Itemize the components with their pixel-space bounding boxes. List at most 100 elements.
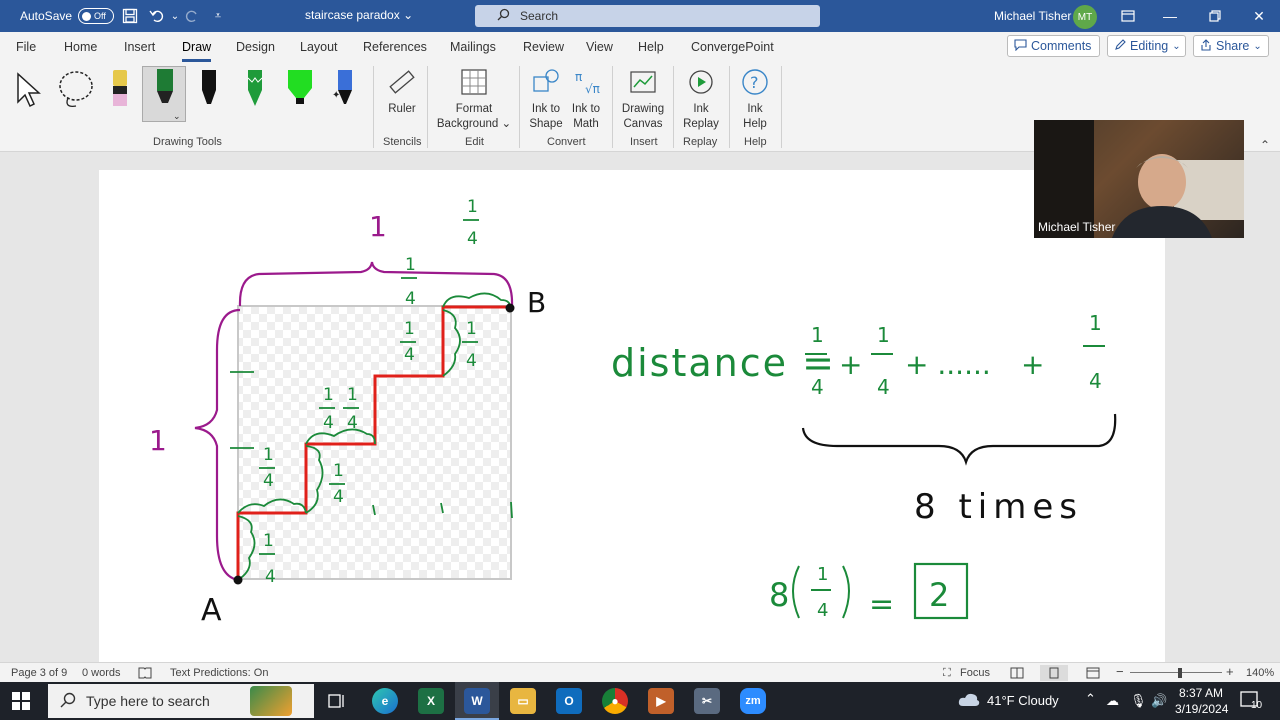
svg-text:⌄: ⌄ — [173, 111, 181, 121]
drawing-canvas-button[interactable]: Drawing Canvas — [620, 66, 666, 132]
zoom-slider-thumb[interactable] — [1178, 668, 1182, 678]
ink-replay-button[interactable]: Ink Replay — [680, 66, 722, 132]
share-icon — [1200, 38, 1212, 54]
weather-text[interactable]: 41°F Cloudy — [987, 693, 1059, 708]
group-label-drawing-tools: Drawing Tools — [153, 136, 222, 148]
equation-lhs: distance = — [611, 341, 836, 385]
read-mode-icon[interactable] — [1010, 667, 1024, 682]
zoom-slider[interactable] — [1130, 672, 1222, 673]
result-expression: 8 1 4 = 2 — [769, 562, 969, 622]
tab-convergepoint[interactable]: ConvergePoint — [691, 40, 774, 54]
clock-time[interactable]: 8:37 AM — [1179, 686, 1223, 700]
collapse-ribbon-icon[interactable]: ⌃ — [1260, 138, 1270, 152]
format-background-button[interactable]: Format Background ⌄ — [436, 66, 512, 132]
avatar[interactable]: MT — [1073, 5, 1097, 29]
tab-file[interactable]: File — [16, 40, 36, 54]
edge-icon[interactable]: e — [372, 688, 398, 714]
windows-start-icon[interactable] — [12, 692, 30, 713]
zoom-out-icon[interactable]: − — [1116, 664, 1124, 679]
tab-view[interactable]: View — [586, 40, 613, 54]
ink-to-math-button[interactable]: π √π Ink to Math — [567, 66, 605, 132]
autosave-toggle[interactable]: Off — [78, 8, 115, 24]
search-box[interactable]: Search — [475, 5, 820, 27]
document-page[interactable]: A B 1 1 1 4 1 4 1 4 1 4 1 4 1 4 1 4 1 4 … — [99, 170, 1165, 665]
svg-text:4: 4 — [404, 345, 415, 365]
svg-text:1: 1 — [467, 197, 478, 217]
volume-icon[interactable]: 🔊 — [1151, 693, 1167, 709]
pencil-green-icon[interactable] — [243, 68, 267, 112]
print-layout-icon[interactable] — [1040, 665, 1068, 681]
onedrive-icon[interactable]: ☁ — [1106, 693, 1119, 709]
tab-mailings[interactable]: Mailings — [450, 40, 496, 54]
clock-date[interactable]: 3/19/2024 — [1175, 702, 1228, 716]
svg-text:✦: ✦ — [332, 90, 340, 101]
weather-cloud-icon[interactable] — [957, 690, 981, 711]
share-button[interactable]: Share ⌄ — [1193, 35, 1269, 57]
editing-mode-button[interactable]: Editing ⌄ — [1107, 35, 1186, 57]
select-cursor-icon[interactable] — [14, 70, 46, 110]
taskbar-search-box[interactable]: Type here to search — [48, 684, 314, 718]
svg-text:=: = — [869, 587, 894, 622]
document-title[interactable]: staircase paradox ⌄ — [305, 8, 413, 22]
svg-text:√π: √π — [585, 82, 600, 96]
lasso-select-icon[interactable] — [56, 68, 100, 112]
left-side-length: 1 — [149, 424, 167, 457]
autosave-control[interactable]: AutoSave Off — [20, 8, 115, 24]
tab-insert[interactable]: Insert — [124, 40, 155, 54]
svg-text:1: 1 — [263, 445, 274, 465]
excel-icon[interactable]: X — [418, 688, 444, 714]
tab-home[interactable]: Home — [64, 40, 97, 54]
ruler-button[interactable]: Ruler — [384, 66, 420, 117]
ink-help-button[interactable]: ? Ink Help — [736, 66, 774, 132]
galaxy-pen-blue-icon[interactable]: ✦ — [330, 68, 358, 112]
word-count[interactable]: 0 words — [82, 667, 121, 679]
task-view-icon[interactable] — [328, 692, 346, 713]
pencil-icon — [1114, 38, 1126, 54]
chrome-icon[interactable]: ● — [602, 688, 628, 714]
close-icon[interactable]: ✕ — [1244, 4, 1274, 28]
svg-text:1: 1 — [466, 319, 477, 339]
media-player-icon[interactable]: ▶ — [648, 688, 674, 714]
minimize-icon[interactable]: — — [1155, 4, 1185, 28]
focus-icon[interactable]: ⛶ — [943, 667, 951, 680]
zoom-level[interactable]: 140% — [1246, 667, 1274, 679]
account-name[interactable]: Michael Tisher — [994, 9, 1071, 23]
ink-to-shape-button[interactable]: Ink to Shape — [527, 66, 565, 132]
restore-icon[interactable] — [1200, 4, 1230, 28]
tab-design[interactable]: Design — [236, 40, 275, 54]
pen-green-selected-icon[interactable]: ⌄ — [142, 66, 186, 122]
pen-black-icon[interactable] — [197, 68, 221, 112]
save-icon[interactable] — [118, 4, 142, 28]
ink-to-shape-icon — [530, 66, 562, 98]
tab-draw[interactable]: Draw — [182, 40, 212, 62]
customize-toolbar-icon[interactable]: ⩡ — [206, 4, 230, 28]
tab-review[interactable]: Review — [523, 40, 564, 54]
highlighter-pen-pink-icon[interactable] — [108, 68, 132, 112]
highlighter-green-icon[interactable] — [286, 68, 314, 112]
zoom-app-icon[interactable]: zm — [740, 688, 766, 714]
zoom-in-icon[interactable]: + — [1226, 664, 1234, 679]
page-count[interactable]: Page 3 of 9 — [11, 667, 67, 679]
focus-mode-button[interactable]: Focus — [960, 667, 990, 679]
text-predictions-status[interactable]: Text Predictions: On — [170, 667, 268, 679]
proofing-icon[interactable] — [138, 667, 152, 682]
file-explorer-icon[interactable]: ▭ — [510, 688, 536, 714]
tab-help[interactable]: Help — [638, 40, 664, 54]
microphone-icon[interactable]: 🎙 — [1130, 693, 1147, 709]
svg-text:1: 1 — [877, 323, 890, 347]
ribbon-divider — [673, 66, 674, 148]
redo-icon[interactable] — [180, 4, 204, 28]
svg-text:4: 4 — [811, 375, 824, 399]
word-icon[interactable]: W — [464, 688, 490, 714]
ribbon-display-options-icon[interactable] — [1113, 4, 1143, 28]
webcam-video: Michael Tisher — [1034, 120, 1244, 238]
outlook-icon[interactable]: O — [556, 688, 582, 714]
result-value: 2 — [929, 576, 949, 614]
chevron-up-icon[interactable]: ⌃ — [1085, 691, 1096, 707]
web-layout-icon[interactable] — [1086, 667, 1100, 682]
tab-layout[interactable]: Layout — [300, 40, 338, 54]
tab-references[interactable]: References — [363, 40, 427, 54]
autosave-label: AutoSave — [20, 9, 73, 23]
snipping-tool-icon[interactable]: ✂ — [694, 688, 720, 714]
comments-button[interactable]: Comments — [1007, 35, 1100, 57]
